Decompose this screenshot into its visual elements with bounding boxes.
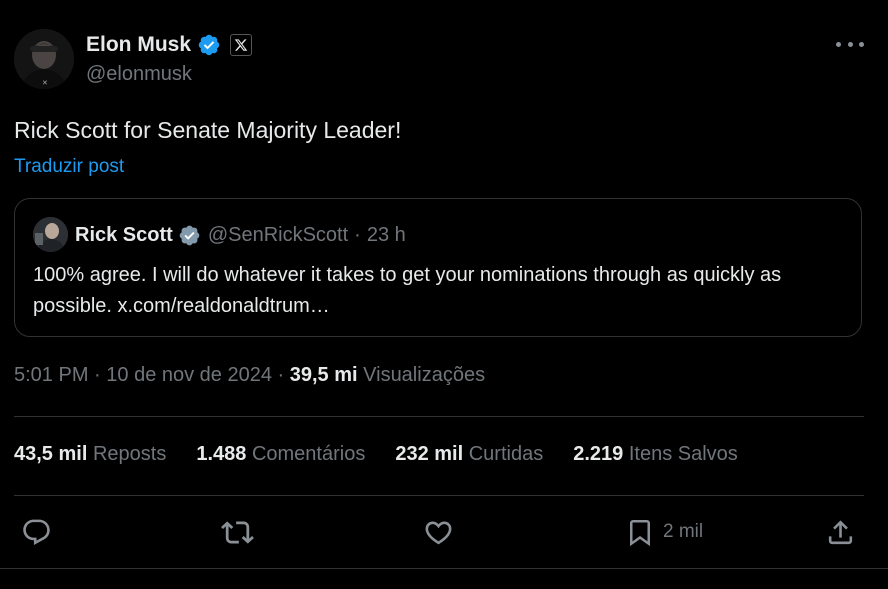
like-button[interactable] [423,514,454,550]
stat-label: Reposts [92,443,167,465]
stat-reposts[interactable]: 43,5 mil Reposts [14,443,166,466]
reply-icon [23,519,50,545]
quoted-author-avatar[interactable] [33,217,68,252]
retweet-icon [221,520,254,544]
bookmark-icon [630,519,650,546]
author-avatar[interactable]: ✕ [14,29,74,89]
meta-separator: · [271,364,290,386]
author-handle[interactable]: @elonmusk [86,63,192,86]
share-icon [828,519,853,544]
divider [14,495,864,496]
stat-label: Comentários [251,443,366,465]
quoted-separator: · [354,223,361,246]
quoted-author-name[interactable]: Rick Scott [75,224,173,247]
tweet: ✕ Elon Musk @elonmusk Rick Scott for Sen… [0,0,888,589]
stat-number: 43,5 mil [14,443,88,465]
post-meta: 5:01 PM · 10 de nov de 2024 · 39,5 mi Vi… [14,364,485,387]
quoted-avatar-image [33,217,68,252]
post-date[interactable]: 10 de nov de 2024 [106,364,272,386]
share-button[interactable] [825,514,856,550]
views-count: 39,5 mi [289,364,358,386]
stat-number: 232 mil [395,443,464,465]
author-avatar-image: ✕ [14,29,74,89]
stat-comments[interactable]: 1.488 Comentários [196,443,365,466]
stat-number: 2.219 [573,443,624,465]
quoted-timestamp[interactable]: 23 h [367,224,406,247]
repost-button[interactable] [221,514,254,550]
divider [14,416,864,417]
verified-badge-icon[interactable] [197,33,221,57]
stat-label: Itens Salvos [628,443,738,465]
author-name[interactable]: Elon Musk [86,33,191,57]
reply-button[interactable] [21,514,52,550]
quoted-header: Rick Scott @SenRickScott · 23 h [75,222,406,248]
quoted-author-handle[interactable]: @SenRickScott [208,224,348,247]
svg-text:✕: ✕ [42,79,48,87]
translate-post-link[interactable]: Traduzir post [14,156,124,178]
quoted-post[interactable]: Rick Scott @SenRickScott · 23 h 100% agr… [14,198,862,337]
heart-icon [425,521,452,544]
x-affiliate-badge[interactable] [230,34,253,56]
bookmark-count: 2 mil [663,521,704,542]
post-time[interactable]: 5:01 PM [14,364,88,386]
more-options-icon[interactable] [836,34,864,54]
quoted-post-text: 100% agree. I will do whatever it takes … [33,264,782,317]
stat-bookmarks[interactable]: 2.219 Itens Salvos [573,443,738,466]
stat-label: Curtidas [468,443,544,465]
x-logo-icon [234,39,248,51]
more-dot [847,41,853,47]
post-text: Rick Scott for Senate Majority Leader! [14,117,402,143]
gray-verified-badge-icon[interactable] [178,224,201,247]
more-dot [859,41,864,47]
more-dot [836,41,841,47]
stat-number: 1.488 [196,443,247,465]
bookmark-button[interactable]: 2 mil [625,514,703,550]
views-label: Visualizações [363,364,486,386]
author-name-row: Elon Musk [86,31,253,59]
bottom-border [0,568,888,569]
stat-likes[interactable]: 232 mil Curtidas [395,443,543,466]
meta-separator: · [88,364,107,386]
engagement-stats: 43,5 mil Reposts 1.488 Comentários 232 m… [14,443,768,466]
